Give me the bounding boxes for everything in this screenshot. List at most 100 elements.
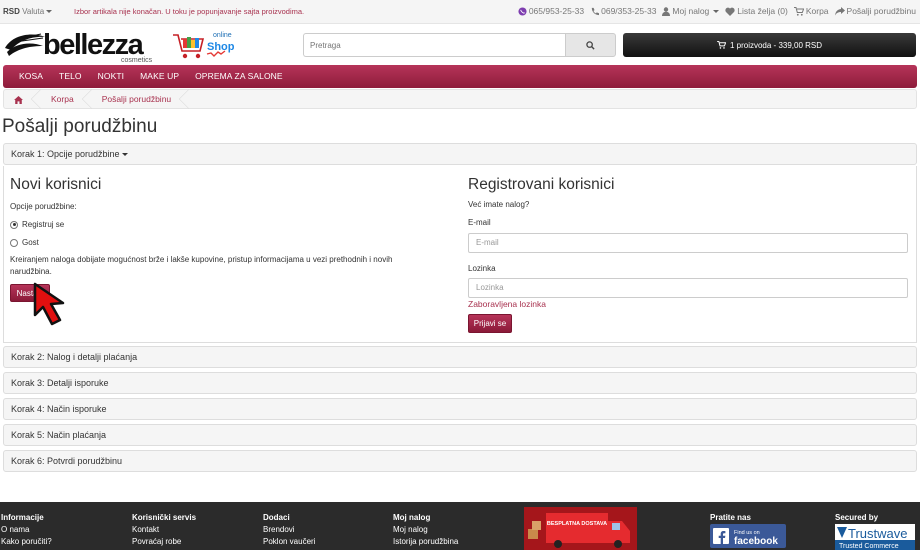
footer-service: Korisnički servis Kontakt Povraćaj robe (132, 512, 196, 548)
shop-online-label: online (213, 32, 232, 39)
step-3-header[interactable]: Korak 3: Detalji isporuke (3, 372, 917, 394)
bellezza-logo: bellezza cosmetics online Shop (5, 29, 235, 64)
site-logo[interactable]: bellezza cosmetics online Shop (3, 28, 243, 64)
free-delivery-text: BESPLATNA DOSTAVA (547, 521, 607, 527)
option-register-label: Registruj se (22, 220, 65, 229)
footer-info: Informacije O nama Kako poručiti? (1, 512, 52, 548)
facebook-button[interactable]: Find us on facebook (710, 524, 786, 548)
search-icon (586, 40, 595, 50)
currency-label: Valuta (22, 7, 45, 16)
nav-item-telo[interactable]: TELO (51, 65, 90, 88)
step-5-label: Korak 5: Način plaćanja (11, 430, 107, 440)
phone-viber[interactable]: 065/953-25-33 (518, 6, 584, 16)
step-2-header[interactable]: Korak 2: Nalog i detalji plaćanja (3, 346, 917, 368)
footer-link-returns[interactable]: Povraćaj robe (132, 536, 196, 548)
shop-label: Shop (207, 41, 235, 53)
footer-account: Moj nalog Moj nalog Istorija porudžbina (393, 512, 458, 548)
footer-service-heading: Korisnički servis (132, 513, 197, 522)
footer-extras: Dodaci Brendovi Poklon vaučeri (263, 512, 315, 548)
footer-link-order-history[interactable]: Istorija porudžbina (393, 536, 458, 548)
nav-item-nokti[interactable]: NOKTI (90, 65, 132, 88)
radio-register[interactable] (10, 220, 18, 229)
cart-link[interactable]: Korpa (793, 6, 829, 16)
main-nav: KOSA TELO NOKTI MAKE UP OPREMA ZA SALONE (3, 65, 917, 88)
new-customer-title: Novi korisnici (10, 176, 102, 193)
cart-icon (793, 6, 804, 16)
trustwave-seal[interactable]: Trustwave Trusted Commerce (835, 524, 915, 550)
phone-mobile[interactable]: 069/353-25-33 (590, 6, 656, 16)
cart-label: Korpa (805, 6, 829, 16)
page-title: Pošalji porudžbinu (2, 116, 158, 137)
checkout-link[interactable]: Pošalji porudžbinu (834, 6, 916, 16)
footer-follow-heading: Pratite nas (710, 513, 751, 522)
email-field[interactable]: E-mail (468, 233, 908, 253)
checkout-label: Pošalji porudžbinu (846, 6, 916, 16)
have-account-text: Već imate nalog? (468, 200, 530, 209)
facebook-big-text: facebook (734, 536, 778, 547)
breadcrumb: Korpa Pošalji porudžbinu (3, 89, 917, 109)
viber-icon (518, 6, 527, 16)
footer: Informacije O nama Kako poručiti? Korisn… (0, 502, 920, 550)
option-register[interactable]: Registruj se (10, 220, 430, 229)
wishlist-link[interactable]: Lista želja (0) (725, 6, 788, 16)
footer-link-gift-vouchers[interactable]: Poklon vaučeri (263, 536, 315, 548)
cart-icon (717, 41, 726, 49)
footer-follow: Pratite nas (710, 512, 751, 524)
breadcrumb-home[interactable] (4, 89, 41, 109)
password-field[interactable]: Lozinka (468, 278, 908, 298)
heart-icon (725, 7, 735, 16)
step-2-label: Korak 2: Nalog i detalji plaćanja (11, 352, 138, 362)
footer-link-my-account[interactable]: Moj nalog (393, 524, 458, 536)
breadcrumb-checkout[interactable]: Pošalji porudžbinu (92, 89, 190, 109)
cursor-arrow-icon (33, 282, 65, 326)
phone-2: 069/353-25-33 (601, 6, 657, 16)
caret-down-icon (713, 9, 720, 13)
footer-extras-heading: Dodaci (263, 513, 290, 522)
trustwave-sub: Trusted Commerce (839, 543, 899, 550)
caret-down-icon (46, 10, 53, 14)
forgot-password-link[interactable]: Zaboravljena lozinka (468, 299, 546, 309)
step-6-label: Korak 6: Potvrdi porudžbinu (11, 456, 123, 466)
radio-guest[interactable] (10, 238, 18, 247)
phone-icon (591, 7, 600, 15)
search-button[interactable] (565, 33, 616, 57)
search-input[interactable] (303, 33, 565, 57)
step-4-header[interactable]: Korak 4: Način isporuke (3, 398, 917, 420)
breadcrumb-cart[interactable]: Korpa (41, 89, 92, 109)
currency-selector[interactable]: RSD Valuta (3, 7, 53, 16)
nav-item-oprema-za-salone[interactable]: OPREMA ZA SALONE (187, 65, 291, 88)
nav-item-make-up[interactable]: MAKE UP (132, 65, 187, 88)
returning-customer-title: Registrovani korisnici (468, 176, 615, 193)
nav-item-kosa[interactable]: KOSA (11, 65, 51, 88)
trustwave-brand: Trustwave (848, 526, 907, 541)
account-link[interactable]: Moj nalog (662, 6, 720, 16)
step-3-label: Korak 3: Detalji isporuke (11, 378, 109, 388)
footer-secured: Secured by (835, 512, 878, 524)
returning-customer-section: Registrovani korisnici Već imate nalog? … (468, 176, 908, 333)
share-icon (834, 6, 845, 15)
step-5-header[interactable]: Korak 5: Način plaćanja (3, 424, 917, 446)
order-options-label: Opcije porudžbine: (10, 202, 77, 211)
footer-link-how-to-order[interactable]: Kako poručiti? (1, 536, 52, 548)
step-1-header[interactable]: Korak 1: Opcije porudžbine (3, 143, 917, 165)
wishlist-label: Lista želja (0) (737, 6, 788, 16)
option-guest-label: Gost (22, 238, 39, 247)
account-benefits-text: Kreiranjem naloga dobijate mogućnost brž… (10, 255, 393, 276)
search-bar (303, 33, 616, 57)
trustwave-logo: Trustwave Trusted Commerce (835, 526, 915, 550)
step-6-header[interactable]: Korak 6: Potvrdi porudžbinu (3, 450, 917, 472)
footer-link-about[interactable]: O nama (1, 524, 52, 536)
option-guest[interactable]: Gost (10, 238, 430, 247)
password-label: Lozinka (468, 264, 496, 273)
home-icon (14, 95, 23, 104)
top-links: 065/953-25-33 069/353-25-33 Moj nalog Li… (518, 6, 916, 16)
footer-link-contact[interactable]: Kontakt (132, 524, 196, 536)
footer-link-brands[interactable]: Brendovi (263, 524, 315, 536)
currency-code: RSD (3, 7, 20, 16)
cart-summary: 1 proizvoda - 339,00 RSD (729, 40, 823, 50)
footer-secured-heading: Secured by (835, 513, 879, 522)
login-button[interactable]: Prijavi se (468, 314, 512, 333)
free-delivery-banner[interactable]: BESPLATNA DOSTAVA (524, 507, 637, 550)
logo-sub: cosmetics (121, 57, 153, 64)
header-cart-button[interactable]: 1 proizvoda - 339,00 RSD (623, 33, 916, 57)
